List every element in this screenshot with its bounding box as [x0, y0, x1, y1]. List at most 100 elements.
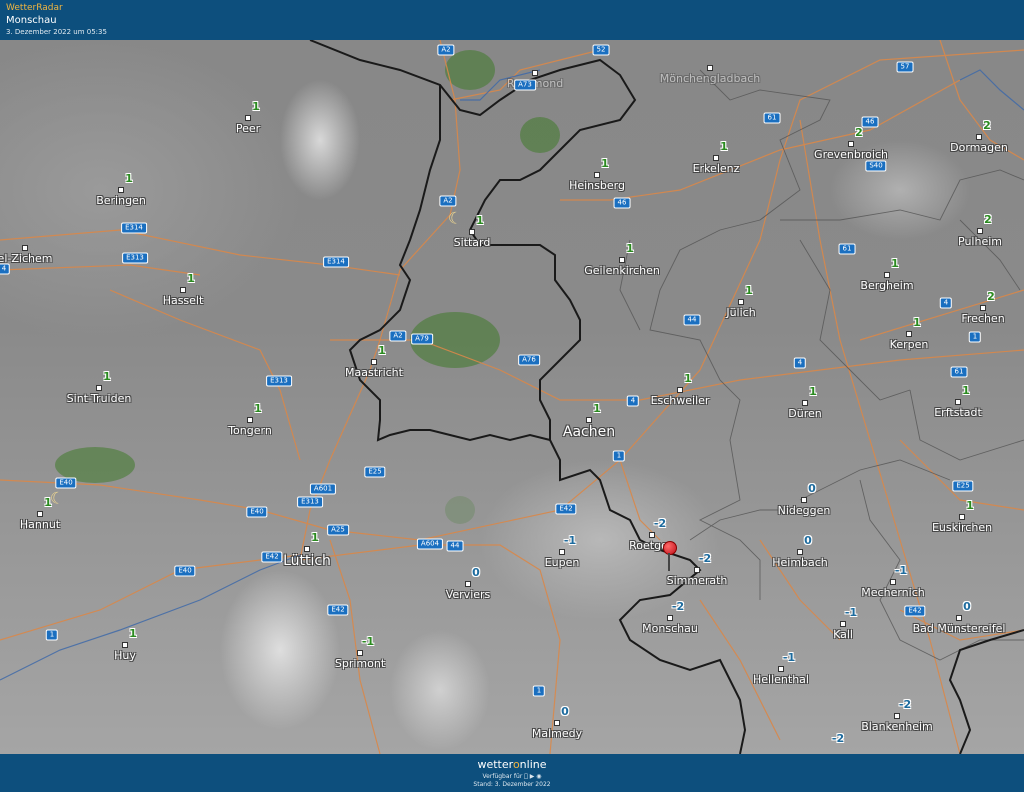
city-label[interactable]: Beringen: [96, 194, 146, 207]
logo-text-post: nline: [519, 758, 547, 771]
city-dot: [677, 387, 683, 393]
city-label[interactable]: Erkelenz: [693, 162, 740, 175]
temperature-value: 0: [561, 705, 569, 718]
city-label[interactable]: Hellenthal: [753, 673, 809, 686]
road-shield: E40: [174, 565, 196, 577]
city-dot: [245, 115, 251, 121]
city-label[interactable]: Frechen: [961, 312, 1004, 325]
availability-note: Verfügbar für  ▶ ◉: [483, 773, 542, 780]
temperature-value: 1: [129, 627, 137, 640]
city-label[interactable]: Malmedy: [532, 727, 582, 740]
city-label[interactable]: Nideggen: [778, 504, 831, 517]
road-shield: 46: [613, 197, 631, 209]
city-label[interactable]: Bergheim: [860, 279, 913, 292]
road-shield: 4: [626, 395, 640, 407]
road-shield: 57: [896, 61, 914, 73]
road-shield: A601: [309, 483, 337, 495]
road-shield: A73: [514, 79, 536, 91]
city-dot: [96, 385, 102, 391]
city-label[interactable]: Eupen: [545, 556, 580, 569]
temperature-value: 1: [593, 402, 601, 415]
temperature-value: -1: [844, 606, 858, 619]
road-shield: E313: [122, 252, 148, 264]
temperature-value: 2: [987, 290, 995, 303]
temperature-value: 1: [378, 344, 386, 357]
city-label[interactable]: Heimbach: [772, 556, 828, 569]
road-shield: E314: [323, 256, 349, 268]
city-dot: [980, 305, 986, 311]
city-label[interactable]: Mönchengladbach: [660, 72, 760, 85]
road-shield: E42: [904, 605, 926, 617]
city-label[interactable]: Hasselt: [163, 294, 204, 307]
city-label[interactable]: Huy: [114, 649, 136, 662]
temperature-value: 1: [254, 402, 262, 415]
location-marker-icon[interactable]: [663, 541, 677, 555]
city-label[interactable]: Hannut: [20, 518, 60, 531]
city-dot: [304, 546, 310, 552]
city-label[interactable]: Aachen: [563, 424, 615, 440]
city-label[interactable]: Geilenkirchen: [584, 264, 660, 277]
city-label[interactable]: Erftstadt: [934, 406, 982, 419]
wetteronline-logo[interactable]: wetteronline: [0, 758, 1024, 771]
logo-text-pre: wetter: [477, 758, 513, 771]
radar-echo: [445, 496, 475, 524]
temperature-value: 1: [311, 531, 319, 544]
city-label[interactable]: Mechernich: [861, 586, 924, 599]
city-label[interactable]: Düren: [788, 407, 821, 420]
city-label[interactable]: Verviers: [446, 588, 491, 601]
city-label[interactable]: Peer: [236, 122, 260, 135]
temperature-value: 1: [125, 172, 133, 185]
city-label[interactable]: Eschweiler: [651, 394, 710, 407]
city-label[interactable]: Monschau: [642, 622, 698, 635]
city-dot: [977, 228, 983, 234]
city-label[interactable]: Lüttich: [283, 553, 331, 569]
temperature-value: 1: [745, 284, 753, 297]
road-shield: E25: [364, 466, 386, 478]
city-label[interactable]: Sint-Truiden: [67, 392, 132, 405]
radar-echoes: [55, 50, 560, 524]
city-label[interactable]: Bad Münstereifel: [913, 622, 1006, 635]
city-dot: [22, 245, 28, 251]
temperature-value: -2: [831, 732, 845, 745]
road-shield: E42: [555, 503, 577, 515]
city-dot: [976, 134, 982, 140]
temperature-value: -1: [782, 651, 796, 664]
city-label[interactable]: Jülich: [726, 306, 755, 319]
city-label[interactable]: Kall: [833, 628, 853, 641]
road-shield: E42: [327, 604, 349, 616]
city-dot: [371, 359, 377, 365]
city-label[interactable]: Maastricht: [345, 366, 403, 379]
road-shield: E314: [121, 222, 147, 234]
road-shield: 44: [683, 314, 701, 326]
city-label[interactable]: Euskirchen: [932, 521, 992, 534]
temperature-value: 1: [626, 242, 634, 255]
city-label[interactable]: Tongern: [228, 424, 272, 437]
city-label[interactable]: Grevenbroich: [814, 148, 888, 161]
radar-map[interactable]: Peer 1 Beringen 1 el-Zichem Hasselt 1 Sint-Trui…: [0, 40, 1024, 754]
road-shield: E42: [261, 551, 283, 563]
temperature-value: 1: [891, 257, 899, 270]
city-label[interactable]: Sprimont: [335, 657, 385, 670]
city-dot: [554, 720, 560, 726]
city-dot: [532, 70, 538, 76]
temperature-value: 1: [103, 370, 111, 383]
road-shield: 1: [45, 629, 59, 641]
road-shield: 46: [861, 116, 879, 128]
city-label[interactable]: Blankenheim: [861, 720, 933, 733]
moon-icon: ☾: [447, 208, 463, 228]
road-shield: 61: [950, 366, 968, 378]
city-label[interactable]: Kerpen: [890, 338, 929, 351]
city-label[interactable]: Dormagen: [950, 141, 1008, 154]
city-dot: [955, 399, 961, 405]
city-label[interactable]: Sittard: [454, 236, 491, 249]
temperature-value: -2: [653, 517, 667, 530]
temperature-value: 1: [187, 272, 195, 285]
temperature-value: -1: [563, 534, 577, 547]
radar-echo: [520, 117, 560, 153]
road-shield: E40: [55, 477, 77, 489]
city-label[interactable]: Pulheim: [958, 235, 1002, 248]
temperature-value: 1: [252, 100, 260, 113]
temperature-value: 1: [966, 499, 974, 512]
city-label[interactable]: Heinsberg: [569, 179, 625, 192]
city-label[interactable]: Simmerath: [667, 574, 728, 587]
